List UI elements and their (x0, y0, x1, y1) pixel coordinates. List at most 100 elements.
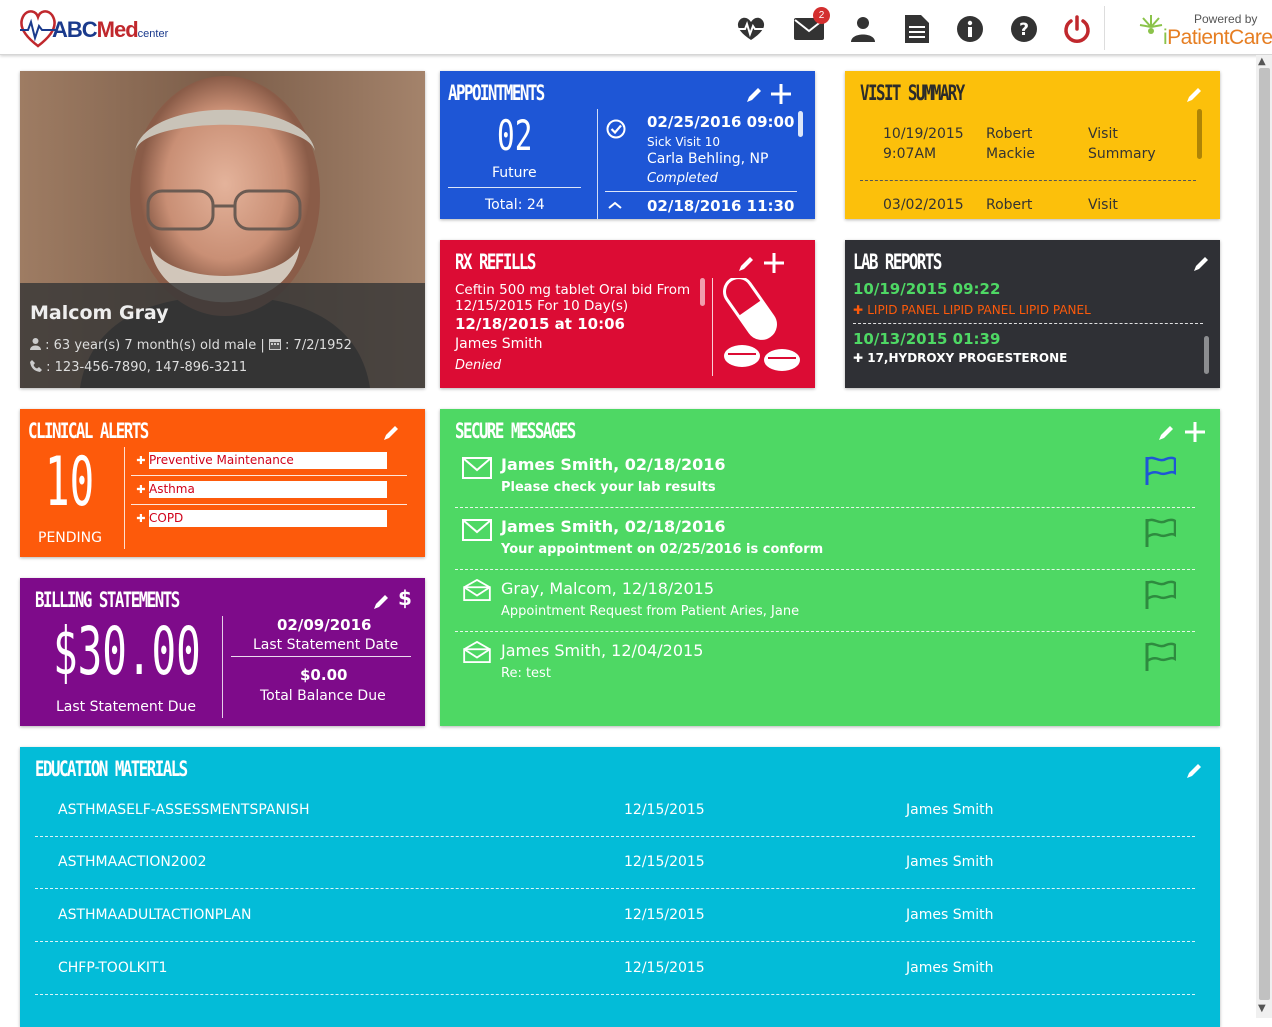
clinical-alert-item[interactable]: ✚ COPD (133, 510, 387, 527)
education-name: ASTHMASELF-ASSESSMENTSPANISH (58, 802, 310, 818)
edit-pencil-icon[interactable] (1192, 255, 1210, 273)
rx-med-line2: 12/15/2015 For 10 Day(s) (455, 298, 629, 314)
message-sender-date: James Smith, 12/04/2015 (501, 641, 704, 660)
education-materials-panel: Education Materials ASTHMASELF-ASSESSMEN… (20, 747, 1220, 1027)
edit-pencil-icon[interactable] (372, 593, 390, 611)
count-divider (448, 187, 581, 188)
visit-doc-type-1: Visit (1088, 197, 1118, 213)
visit-scroll-thumb[interactable] (1197, 109, 1202, 159)
message-subject: Please check your lab results (501, 480, 716, 495)
message-divider (455, 631, 1195, 632)
lab-scroll-thumb[interactable] (1204, 336, 1209, 374)
visit-provider-first: Robert (986, 197, 1033, 213)
scrollbar-thumb[interactable] (1259, 68, 1270, 1000)
message-subject: Your appointment on 02/25/2016 is confor… (501, 542, 824, 557)
appointment-status: Completed (647, 171, 718, 186)
visit-summary-title: Visit Summary (860, 81, 965, 105)
appointments-scroll-thumb[interactable] (798, 111, 803, 137)
document-icon[interactable] (902, 14, 932, 44)
future-label: Future (492, 165, 537, 181)
message-subject: Appointment Request from Patient Aries, … (501, 604, 800, 619)
lab-reports-panel: Lab Reports 10/19/2015 09:22 ✚ LIPID PAN… (845, 240, 1220, 388)
billing-divider (222, 616, 223, 718)
flag-icon[interactable] (1144, 641, 1176, 671)
education-divider (35, 888, 1195, 889)
flag-icon[interactable] (1144, 579, 1176, 609)
clinical-alert-item[interactable]: ✚ Asthma (133, 481, 387, 498)
visit-provider-last: Mackie (986, 146, 1035, 162)
patientcare-brand[interactable]: iPatientCare (1163, 26, 1272, 50)
heartbeat-icon[interactable] (736, 14, 766, 44)
flag-icon[interactable] (1144, 455, 1176, 485)
rx-status: Denied (455, 358, 502, 373)
scroll-up-arrow-icon[interactable]: ▲ (1258, 56, 1266, 67)
check-circle-icon (606, 119, 626, 139)
lab-test-name: 17,HYDROXY PROGESTERONE (867, 351, 1068, 365)
edit-pencil-icon[interactable] (382, 424, 400, 442)
brand-rest: PatientCare (1167, 26, 1272, 49)
phone-icon (30, 360, 42, 376)
clinical-alert-item[interactable]: ✚ Preventive Maintenance (133, 452, 387, 469)
appointment-type: Sick Visit 10 (647, 135, 720, 149)
rx-med-line1: Ceftin 500 mg tablet Oral bid From (455, 282, 691, 298)
visit-divider (860, 180, 1196, 181)
education-date: 12/15/2015 (624, 960, 705, 976)
mail-icon[interactable]: 2 (794, 7, 830, 44)
patient-dob: : 7/2/1952 (285, 338, 352, 353)
appointment-provider: Carla Behling, NP (647, 151, 769, 167)
appointment-divider (605, 191, 797, 192)
education-date: 12/15/2015 (624, 802, 705, 818)
lab-datetime: 10/19/2015 09:22 (853, 280, 1001, 298)
billing-statements-panel: Billing Statements $ $30.00 Last Stateme… (20, 578, 425, 726)
alert-label: Asthma (149, 482, 195, 496)
envelope-open-icon (463, 641, 491, 663)
compose-message-icon[interactable] (1184, 421, 1206, 443)
rx-scroll-thumb[interactable] (700, 278, 705, 306)
education-provider: James Smith (906, 802, 994, 818)
scroll-down-arrow-icon[interactable]: ▼ (1258, 1003, 1266, 1014)
edit-pencil-icon[interactable] (737, 255, 755, 273)
lab-reports-title: Lab Reports (853, 250, 942, 274)
total-value: 24 (526, 197, 545, 213)
edit-pencil-icon[interactable] (1185, 86, 1203, 104)
patient-age-sex: : 63 year(s) 7 month(s) old male (45, 338, 257, 353)
help-icon[interactable]: ? (1009, 14, 1039, 44)
total-label: Total: (485, 197, 523, 213)
info-icon[interactable] (955, 14, 985, 44)
message-divider (455, 507, 1195, 508)
education-provider: James Smith (906, 854, 994, 870)
lab-divider (853, 323, 1203, 324)
user-icon (30, 338, 41, 354)
add-refill-icon[interactable] (763, 252, 785, 274)
visit-time: 9:07AM (883, 146, 937, 162)
flag-icon[interactable] (1144, 517, 1176, 547)
message-sender-date: James Smith, 02/18/2016 (501, 455, 726, 474)
dollar-pay-icon[interactable]: $ (398, 586, 412, 610)
education-divider (35, 836, 1195, 837)
appointment-datetime[interactable]: 02/18/2016 11:30 (647, 197, 794, 215)
lab-test-row: ✚ 17,HYDROXY PROGESTERONE (853, 351, 1067, 365)
visit-summary-panel: Visit Summary 10/19/2015 9:07AM Robert M… (845, 71, 1220, 219)
user-icon[interactable] (848, 14, 878, 44)
abc-medcenter-logo[interactable]: ABCMedcenter (18, 6, 178, 50)
message-subject: Re: test (501, 666, 551, 681)
edit-pencil-icon[interactable] (745, 86, 763, 104)
rx-datetime: 12/18/2015 at 10:06 (455, 315, 625, 333)
power-icon[interactable] (1062, 14, 1092, 44)
clinical-alerts-panel: Clinical Alerts 10 PENDING ✚ Preventive M… (20, 409, 425, 557)
message-sender-date: Gray, Malcom, 12/18/2015 (501, 579, 715, 598)
appointment-datetime: 02/25/2016 09:00 (647, 113, 795, 131)
logo-center: center (137, 28, 169, 40)
plus-icon: ✚ (853, 303, 868, 317)
rx-provider: James Smith (455, 336, 543, 352)
edit-pencil-icon[interactable] (1185, 762, 1203, 780)
lab-datetime: 10/13/2015 01:39 (853, 330, 1001, 348)
chevron-up-icon (608, 201, 622, 209)
education-name: CHFP-TOOLKIT1 (58, 960, 168, 976)
patient-phones: : 123-456-7890, 147-896-3211 (46, 360, 248, 375)
pending-alerts-count: 10 (45, 443, 95, 522)
calendar-icon (268, 338, 281, 354)
last-statement-due-label: Last Statement Due (56, 699, 196, 715)
edit-pencil-icon[interactable] (1157, 424, 1175, 442)
add-appointment-icon[interactable] (770, 83, 792, 105)
